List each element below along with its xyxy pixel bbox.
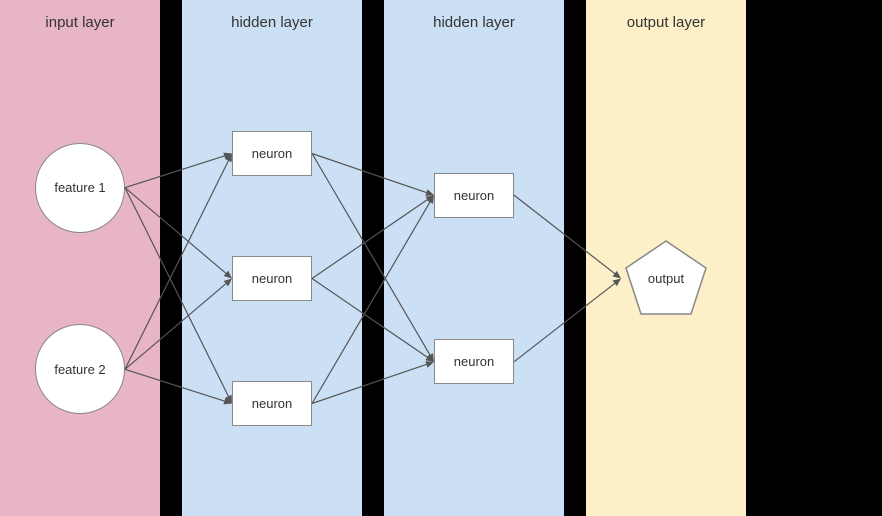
hidden-layer-1: hidden layer neuron neuron neuron bbox=[182, 0, 362, 516]
hidden-layer-2-title: hidden layer bbox=[433, 14, 515, 31]
output-node-wrapper: output bbox=[586, 41, 746, 516]
output-node: output bbox=[621, 236, 711, 321]
hidden2-node-2-label: neuron bbox=[454, 354, 494, 369]
gap-1 bbox=[160, 0, 182, 516]
hidden1-node-3-label: neuron bbox=[252, 396, 292, 411]
hidden2-node-2: neuron bbox=[434, 339, 514, 384]
hidden1-node-1: neuron bbox=[232, 131, 312, 176]
neural-network-diagram: input layer feature 1 feature 2 hidden l… bbox=[0, 0, 882, 516]
input-node-2-label: feature 2 bbox=[54, 362, 105, 377]
input-nodes-area: feature 1 feature 2 bbox=[0, 41, 160, 516]
hidden1-node-2: neuron bbox=[232, 256, 312, 301]
gap-2 bbox=[362, 0, 384, 516]
input-layer: input layer feature 1 feature 2 bbox=[0, 0, 160, 516]
output-layer: output layer output bbox=[586, 0, 746, 516]
gap-3 bbox=[564, 0, 586, 516]
hidden1-node-3: neuron bbox=[232, 381, 312, 426]
input-node-1-label: feature 1 bbox=[54, 180, 105, 195]
output-layer-title: output layer bbox=[627, 14, 705, 31]
hidden-layer-1-title: hidden layer bbox=[231, 14, 313, 31]
hidden2-nodes-area: neuron neuron bbox=[384, 41, 564, 516]
hidden1-node-1-label: neuron bbox=[252, 146, 292, 161]
input-node-1: feature 1 bbox=[35, 143, 125, 233]
hidden2-node-1-label: neuron bbox=[454, 188, 494, 203]
input-layer-title: input layer bbox=[45, 14, 114, 31]
hidden2-node-1: neuron bbox=[434, 173, 514, 218]
hidden1-node-2-label: neuron bbox=[252, 271, 292, 286]
hidden-layer-2: hidden layer neuron neuron bbox=[384, 0, 564, 516]
input-node-2: feature 2 bbox=[35, 324, 125, 414]
output-node-label: output bbox=[648, 271, 684, 286]
hidden1-nodes-area: neuron neuron neuron bbox=[182, 41, 362, 516]
